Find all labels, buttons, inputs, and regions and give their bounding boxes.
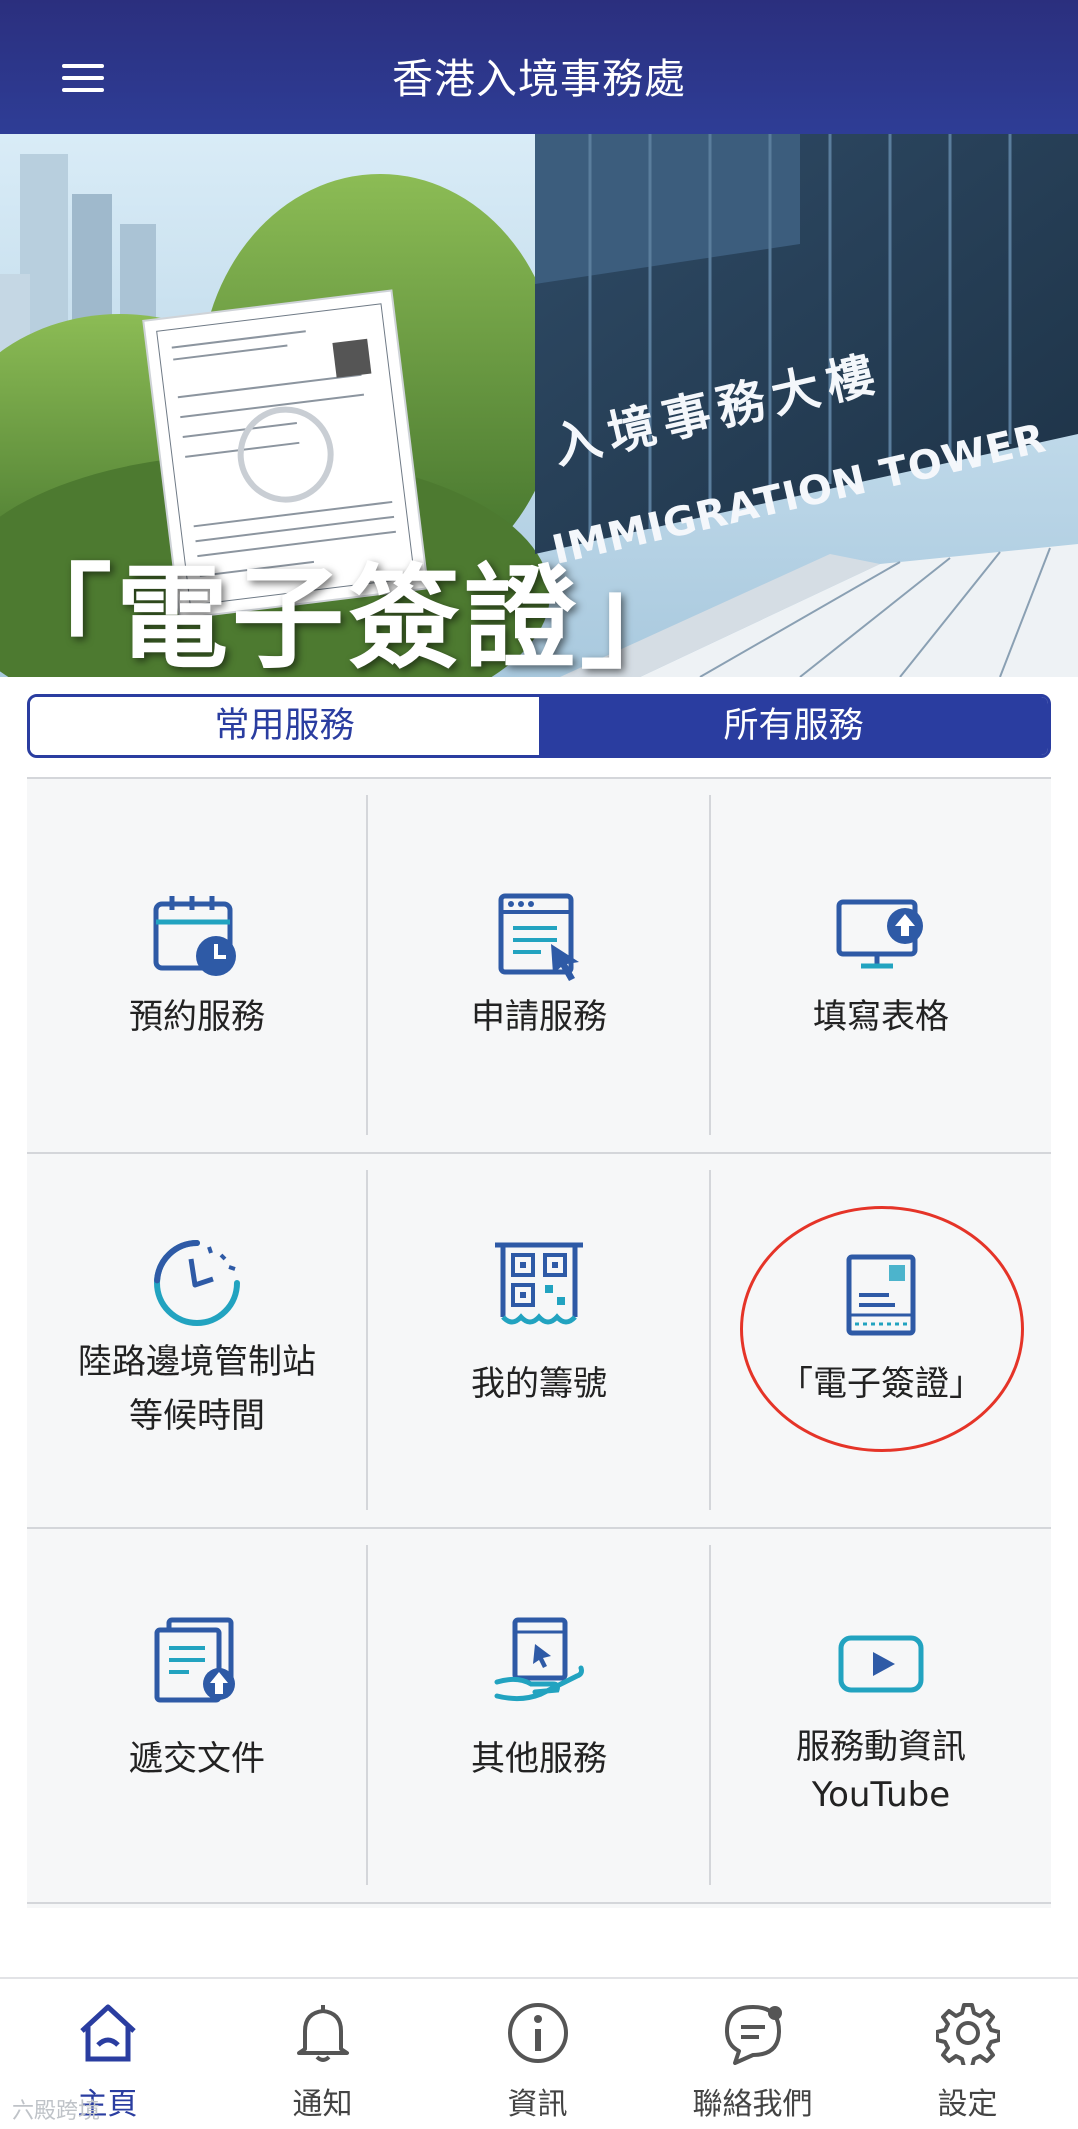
nav-info[interactable]: 資訊 [430,1979,645,2129]
chat-icon [724,2005,782,2065]
hand-tablet-icon [494,1617,584,1702]
calendar-clock-icon [153,896,236,976]
monitor-upload-icon [836,899,923,969]
service-label: 我的籌號 [471,1364,607,1404]
service-forms[interactable]: 填寫表格 [711,782,1051,1152]
documents-upload-icon [154,1617,235,1703]
nav-label: 聯絡我們 [692,2087,813,2122]
page-title: 香港入境事務處 [392,55,686,103]
grid-divider [27,1527,1051,1529]
gear-icon [935,2003,1000,2065]
service-label: 填寫表格 [813,997,949,1037]
timer-icon [154,1240,240,1326]
service-youtube[interactable]: 服務動資訊 YouTube [711,1532,1051,1902]
service-label: 陸路邊境管制站 [78,1342,316,1382]
service-other[interactable]: 其他服務 [369,1532,709,1902]
service-submit-documents[interactable]: 遞交文件 [27,1532,367,1902]
service-label: 申請服務 [471,997,607,1037]
service-label: 預約服務 [129,997,265,1037]
nav-settings[interactable]: 設定 [860,1979,1075,2129]
home-icon [79,2004,136,2062]
service-waiting-time[interactable]: 陸路邊境管制站 等候時間 [27,1157,367,1527]
nav-label: 設定 [937,2087,998,2122]
nav-label: 資訊 [507,2087,568,2122]
service-my-ticket[interactable]: 我的籌號 [369,1157,709,1527]
bell-icon [296,2005,349,2062]
watermark: 六殿跨境 [12,2099,101,2124]
qr-ticket-icon [495,1242,583,1325]
nav-notifications[interactable]: 通知 [215,1979,430,2129]
service-label: 遞交文件 [129,1739,265,1779]
tab-common-services[interactable]: 常用服務 [30,697,539,755]
nav-label: 通知 [292,2087,353,2122]
service-tabs: 常用服務 所有服務 [27,694,1051,758]
browser-click-icon [498,893,579,981]
service-label-line2: 等候時間 [129,1396,265,1436]
service-appointment[interactable]: 預約服務 [27,782,367,1152]
grid-divider [27,777,1051,779]
service-label-line2: YouTube [811,1775,951,1815]
nav-contact-us[interactable]: 聯絡我們 [645,1979,860,2129]
app-header: 香港入境事務處 [0,0,1078,134]
grid-divider [27,1152,1051,1154]
bottom-navigation: 主頁 通知 資訊 聯絡我們 設定 [0,1977,1078,2129]
service-label: 服務動資訊 [796,1727,966,1767]
service-label: 其他服務 [471,1739,607,1779]
info-icon [507,2003,568,2063]
grid-divider [27,1902,1051,1904]
promo-banner[interactable]: 入境事務大樓 IMMIGRATION TOWER 「電子簽證」 [0,134,1078,677]
play-video-icon [838,1635,924,1693]
service-application[interactable]: 申請服務 [369,782,709,1152]
tab-all-services[interactable]: 所有服務 [539,697,1048,755]
highlight-circle [740,1206,1024,1452]
banner-title: 「電子簽證」 [0,554,696,677]
